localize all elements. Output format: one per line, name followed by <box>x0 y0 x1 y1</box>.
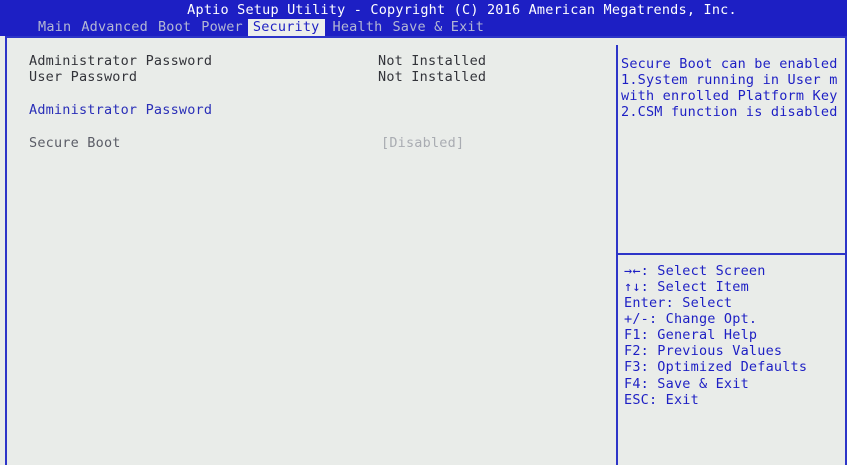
key-esc-exit: ESC: Exit <box>624 392 699 408</box>
key-save-exit: F4: Save & Exit <box>624 376 749 392</box>
tab-health[interactable]: Health <box>333 19 393 36</box>
tab-security[interactable]: Security <box>247 19 325 36</box>
title-bar: Aptio Setup Utility - Copyright (C) 2016… <box>0 0 847 36</box>
app-title: Aptio Setup Utility - Copyright (C) 2016… <box>187 2 737 18</box>
secure-boot-value[interactable]: [Disabled] <box>381 135 464 151</box>
key-select-item: ↑↓: Select Item <box>624 279 749 295</box>
help-line-3: with enrolled Platform Key <box>621 88 838 104</box>
key-previous-values: F2: Previous Values <box>624 343 783 359</box>
user-password-label: User Password <box>29 69 138 85</box>
admin-password-status: Not Installed <box>378 53 487 69</box>
tab-advanced[interactable]: Advanced <box>81 19 158 36</box>
secure-boot-label[interactable]: Secure Boot <box>29 135 121 151</box>
key-select-screen: →←: Select Screen <box>624 263 766 279</box>
help-line-1: Secure Boot can be enabled <box>621 56 838 72</box>
admin-password-option[interactable]: Administrator Password <box>29 102 212 118</box>
help-divider <box>618 253 847 255</box>
key-enter-select: Enter: Select <box>624 295 733 311</box>
user-password-status: Not Installed <box>378 69 487 85</box>
help-line-4: 2.CSM function is disabled <box>621 104 838 120</box>
tab-bar: Main Advanced Boot Power Security Health… <box>38 19 494 36</box>
tab-boot[interactable]: Boot <box>158 19 201 36</box>
panel-divider <box>616 45 618 465</box>
key-change-opt: +/-: Change Opt. <box>624 311 758 327</box>
admin-password-label: Administrator Password <box>29 53 213 69</box>
help-line-2: 1.System running in User m <box>621 72 838 88</box>
tab-main[interactable]: Main <box>38 19 81 36</box>
key-general-help: F1: General Help <box>624 327 758 343</box>
key-optimized-defaults: F3: Optimized Defaults <box>624 359 808 375</box>
tab-power[interactable]: Power <box>201 19 253 36</box>
tab-save-exit[interactable]: Save & Exit <box>392 19 494 36</box>
